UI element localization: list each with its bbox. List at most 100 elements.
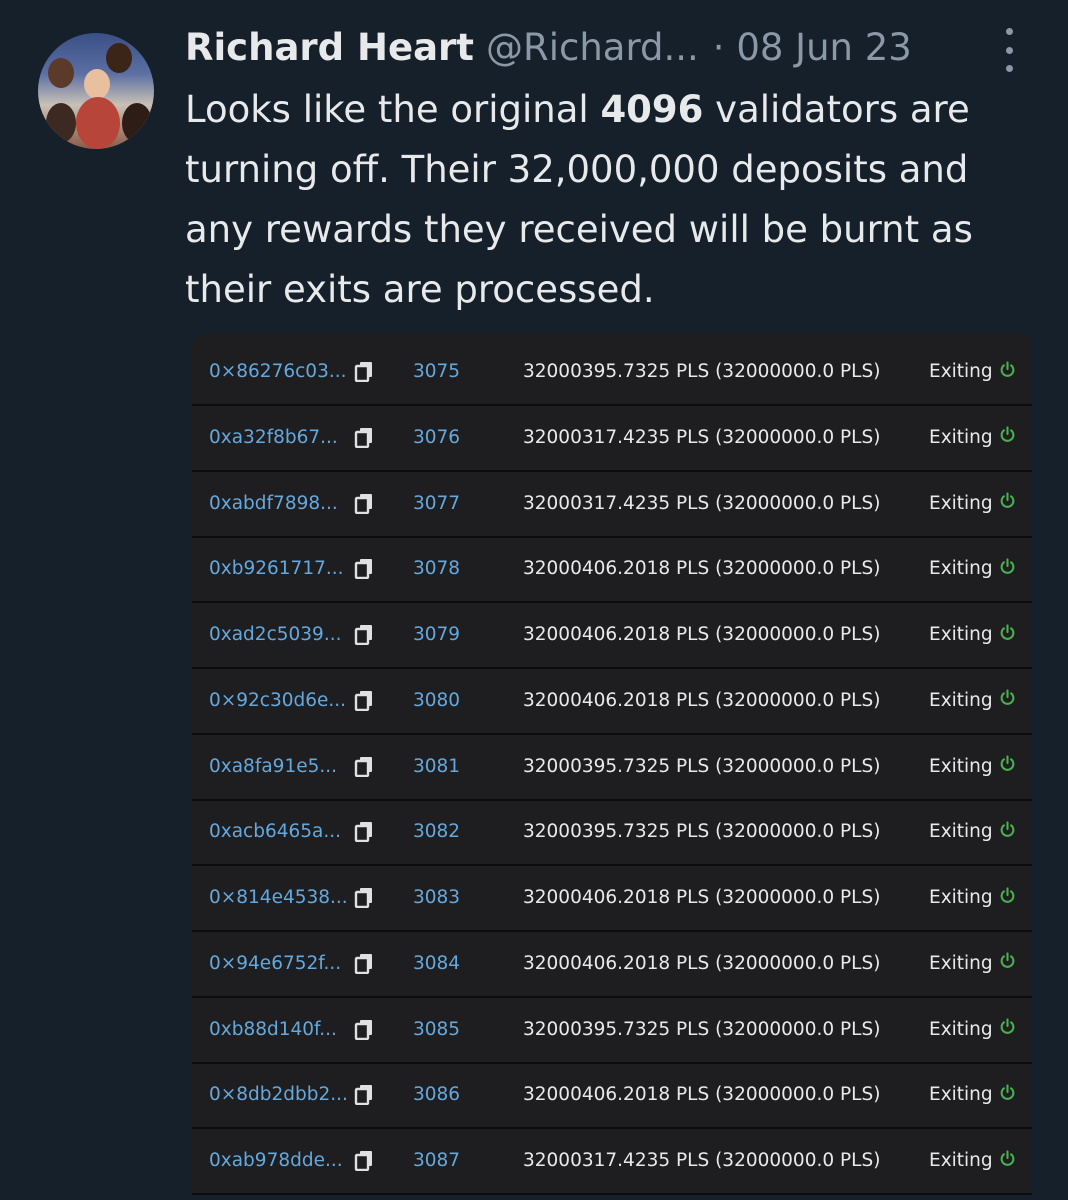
validator-address-link[interactable]: 0×86276c03... <box>209 339 346 404</box>
tweet-date[interactable]: · 08 Jun 23 <box>713 26 912 69</box>
validator-status: Exiting <box>929 536 1016 601</box>
validator-index-link[interactable]: 3084 <box>413 931 460 996</box>
validator-row: 0xabdf7898... 3077 32000317.4235 PLS (3200… <box>192 471 1032 538</box>
validator-address-link[interactable]: 0×92c30d6e... <box>209 668 346 733</box>
validator-balance: 32000406.2018 PLS (32000000.0 PLS) <box>523 624 881 645</box>
status-label: Exiting <box>929 755 993 777</box>
validator-status: Exiting <box>929 1128 1016 1193</box>
validator-status: Exiting <box>929 405 1016 470</box>
more-dot <box>1005 46 1013 54</box>
validator-balance: 32000395.7325 PLS (32000000.0 PLS) <box>523 361 881 382</box>
power-icon <box>999 952 1016 974</box>
validator-status: Exiting <box>929 931 1016 996</box>
validator-status: Exiting <box>929 339 1016 404</box>
validator-row: 0xb9261717... 3078 32000406.2018 PLS (3200… <box>192 536 1032 604</box>
validator-address-link[interactable]: 0×94e6752f... <box>209 931 341 996</box>
validator-row: 0×86276c03... 3075 32000395.7325 PLS (3200… <box>192 339 1032 406</box>
status-label: Exiting <box>929 558 993 580</box>
validator-index-link[interactable]: 3081 <box>413 734 460 799</box>
power-icon <box>999 1149 1016 1172</box>
validator-balance: 32000395.7325 PLS (32000000.0 PLS) <box>523 1018 881 1040</box>
power-icon <box>999 426 1016 448</box>
status-label: Exiting <box>929 887 993 908</box>
power-icon <box>999 558 1016 580</box>
validator-index-link[interactable]: 3075 <box>413 339 460 404</box>
copy-icon[interactable] <box>354 1128 374 1193</box>
validator-index-link[interactable]: 3085 <box>413 997 460 1062</box>
copy-icon[interactable] <box>354 997 374 1062</box>
validator-address-link[interactable]: 0xb88d140f... <box>209 997 337 1062</box>
copy-icon[interactable] <box>354 799 374 864</box>
validator-address-link[interactable]: 0xa8fa91e5... <box>209 734 337 799</box>
validator-index-link[interactable]: 3087 <box>413 1128 460 1193</box>
validator-index-link[interactable]: 3079 <box>413 602 460 667</box>
validator-status: Exiting <box>929 1062 1016 1127</box>
validator-row: 0xacb6465a... 3082 32000395.7325 PLS (3200… <box>192 799 1032 867</box>
power-icon <box>999 492 1016 514</box>
validator-balance: 32000406.2018 PLS (32000000.0 PLS) <box>523 1084 881 1106</box>
validator-index-link[interactable]: 3077 <box>413 471 460 536</box>
avatar-figure <box>106 43 132 73</box>
validator-index-link[interactable]: 3078 <box>413 536 460 601</box>
more-dot <box>1005 28 1013 35</box>
copy-icon[interactable] <box>354 471 374 536</box>
validator-balance: 32000406.2018 PLS (32000000.0 PLS) <box>523 689 881 711</box>
status-label: Exiting <box>929 426 993 448</box>
validator-balance: 32000395.7325 PLS (32000000.0 PLS) <box>523 821 881 843</box>
validator-balance: 32000395.7325 PLS (32000000.0 PLS) <box>523 755 881 777</box>
tweet-header: Richard Heart @Richard... · 08 Jun 23 <box>185 22 1035 72</box>
validator-address-link[interactable]: 0xacb6465a... <box>209 799 341 864</box>
more-options-icon[interactable] <box>992 28 1026 72</box>
validator-index-link[interactable]: 3083 <box>413 865 460 930</box>
avatar-figure <box>48 58 74 88</box>
validator-balance: 32000406.2018 PLS (32000000.0 PLS) <box>523 558 881 580</box>
status-label: Exiting <box>929 492 993 514</box>
copy-icon[interactable] <box>354 668 374 733</box>
validator-balance: 32000317.4235 PLS (32000000.0 PLS) <box>523 492 881 514</box>
power-icon <box>999 1084 1016 1106</box>
validator-row: 0×8db2dbb2... 3086 32000406.2018 PLS (3200… <box>192 1062 1032 1130</box>
power-icon <box>999 886 1016 909</box>
validator-index-link[interactable]: 3086 <box>413 1062 460 1127</box>
author-avatar[interactable] <box>38 33 154 149</box>
validator-row: 0×814e4538... 3083 32000406.2018 PLS (3200… <box>192 865 1032 932</box>
validator-status: Exiting <box>929 997 1016 1062</box>
validator-index-link[interactable]: 3082 <box>413 799 460 864</box>
power-icon <box>999 623 1016 646</box>
tweet-text: Looks like the original 4096 validators … <box>185 80 1045 320</box>
validator-row: 0xa32f8b67... 3076 32000317.4235 PLS (3200… <box>192 405 1032 472</box>
avatar-figure <box>46 103 76 143</box>
status-label: Exiting <box>929 821 993 843</box>
validator-row: 0xb88d140f... 3085 32000395.7325 PLS (3200… <box>192 997 1032 1064</box>
validator-address-link[interactable]: 0×8db2dbb2... <box>209 1062 348 1127</box>
validator-address-link[interactable]: 0xb9261717... <box>209 536 344 601</box>
copy-icon[interactable] <box>354 865 374 930</box>
power-icon <box>999 755 1016 777</box>
copy-icon[interactable] <box>354 405 374 470</box>
author-handle[interactable]: @Richard... <box>486 26 699 69</box>
copy-icon[interactable] <box>354 1062 374 1127</box>
status-label: Exiting <box>929 952 993 974</box>
validator-row: 0xab978dde... 3087 32000317.4235 PLS (3200… <box>192 1128 1032 1195</box>
copy-icon[interactable] <box>354 536 374 601</box>
validator-address-link[interactable]: 0xa32f8b67... <box>209 405 338 470</box>
avatar-figure <box>84 69 110 99</box>
status-label: Exiting <box>929 361 993 382</box>
validator-address-link[interactable]: 0xad2c5039... <box>209 602 341 667</box>
validator-index-link[interactable]: 3080 <box>413 668 460 733</box>
copy-icon[interactable] <box>354 734 374 799</box>
copy-icon[interactable] <box>354 931 374 996</box>
validator-row: 0×92c30d6e... 3080 32000406.2018 PLS (3200… <box>192 668 1032 735</box>
validator-address-link[interactable]: 0×814e4538... <box>209 865 348 930</box>
validator-status: Exiting <box>929 602 1016 667</box>
copy-icon[interactable] <box>354 339 374 404</box>
validator-address-link[interactable]: 0xabdf7898... <box>209 471 338 536</box>
tweet-media-screenshot[interactable]: 0×86276c03... 3075 32000395.7325 PLS (3200… <box>192 333 1032 1195</box>
author-name[interactable]: Richard Heart <box>185 26 474 69</box>
validator-index-link[interactable]: 3076 <box>413 405 460 470</box>
copy-icon[interactable] <box>354 602 374 667</box>
tweet-text-part1: Looks like the original <box>185 88 601 131</box>
tweet-text-bold: 4096 <box>600 88 704 131</box>
validator-address-link[interactable]: 0xab978dde... <box>209 1128 343 1193</box>
power-icon <box>999 689 1016 711</box>
